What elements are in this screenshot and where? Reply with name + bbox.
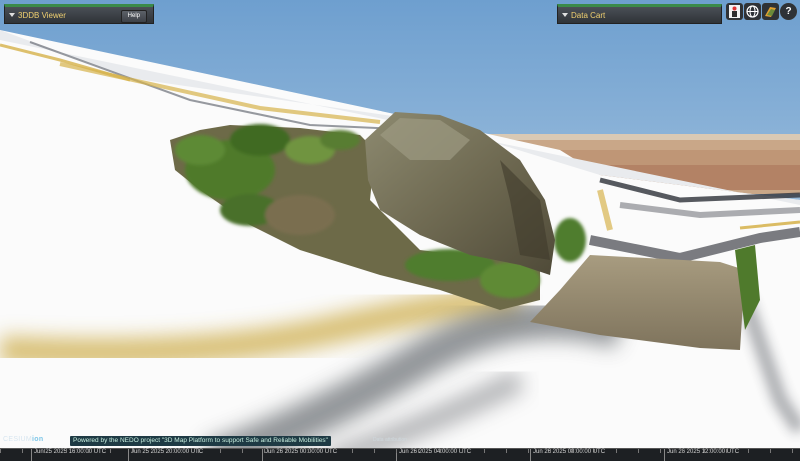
timeline-minor-tick xyxy=(0,449,1,453)
timeline-minor-tick xyxy=(462,449,463,453)
timeline-minor-tick xyxy=(66,449,67,453)
credits-bar: CESIUMion Powered by the NEDO project "3… xyxy=(0,434,800,448)
data-cart-panel[interactable]: Data Cart xyxy=(557,4,722,24)
timeline-label: Jun 26 2025 04:00:00 UTC xyxy=(395,449,472,461)
timeline-minor-tick xyxy=(704,449,705,453)
timeline-minor-tick xyxy=(748,449,749,453)
timeline-minor-tick xyxy=(374,449,375,453)
timeline-minor-tick xyxy=(176,449,177,453)
timeline-minor-tick xyxy=(616,449,617,453)
timeline-minor-tick xyxy=(286,449,287,453)
timeline-minor-tick xyxy=(264,449,265,453)
timeline-minor-tick xyxy=(484,449,485,453)
timeline-minor-tick xyxy=(660,449,661,453)
timeline-minor-tick xyxy=(308,449,309,453)
layers-button[interactable] xyxy=(762,3,779,20)
timeline-minor-tick xyxy=(198,449,199,453)
timeline-minor-tick xyxy=(682,449,683,453)
timeline-minor-tick xyxy=(154,449,155,453)
timeline-label: Jun 26 2025 00:00:00 UTC xyxy=(261,449,338,461)
data-attribution-link[interactable]: Data attribution xyxy=(373,437,407,443)
timeline-minor-tick xyxy=(110,449,111,453)
timeline-minor-tick xyxy=(44,449,45,453)
timeline-minor-tick xyxy=(220,449,221,453)
timeline-minor-tick xyxy=(330,449,331,453)
timeline-minor-tick xyxy=(770,449,771,453)
timeline-minor-tick xyxy=(594,449,595,453)
layers-icon xyxy=(765,7,776,17)
timeline-minor-tick xyxy=(418,449,419,453)
person-button[interactable] xyxy=(726,3,743,20)
cesium-ion-logo[interactable]: CESIUMion xyxy=(3,436,43,443)
timeline[interactable]: Jun 25 2025 16:00:00 UTC Jun 25 2025 20:… xyxy=(0,448,800,461)
help-icon: ? xyxy=(785,6,792,17)
data-cart-title: Data Cart xyxy=(571,11,606,20)
help-button[interactable]: Help xyxy=(120,10,147,23)
timeline-minor-tick xyxy=(726,449,727,453)
nedo-credit: Powered by the NEDO project "3D Map Plat… xyxy=(70,436,331,446)
timeline-minor-tick xyxy=(88,449,89,453)
timeline-minor-tick xyxy=(396,449,397,453)
timeline-minor-tick xyxy=(440,449,441,453)
timeline-minor-tick xyxy=(792,449,793,453)
person-icon xyxy=(729,5,740,18)
timeline-minor-tick xyxy=(528,449,529,453)
timeline-minor-tick xyxy=(242,449,243,453)
collapse-triangle-icon[interactable] xyxy=(9,13,15,17)
timeline-minor-tick xyxy=(22,449,23,453)
collapse-triangle-icon[interactable] xyxy=(562,13,568,17)
help-icon-button[interactable]: ? xyxy=(780,3,797,20)
timeline-minor-tick xyxy=(550,449,551,453)
timeline-minor-tick xyxy=(132,449,133,453)
globe-button[interactable] xyxy=(744,3,761,20)
timeline-minor-tick xyxy=(572,449,573,453)
timeline-minor-tick xyxy=(352,449,353,453)
viewer-title: 3DDB Viewer xyxy=(18,11,66,20)
globe-icon xyxy=(746,5,759,18)
timeline-label: Jun 25 2025 20:00:00 UTC xyxy=(127,449,204,461)
map-3d-scene[interactable] xyxy=(0,0,800,461)
timeline-minor-tick xyxy=(638,449,639,453)
timeline-minor-tick xyxy=(506,449,507,453)
viewer-panel: 3DDB Viewer Help xyxy=(4,4,154,24)
